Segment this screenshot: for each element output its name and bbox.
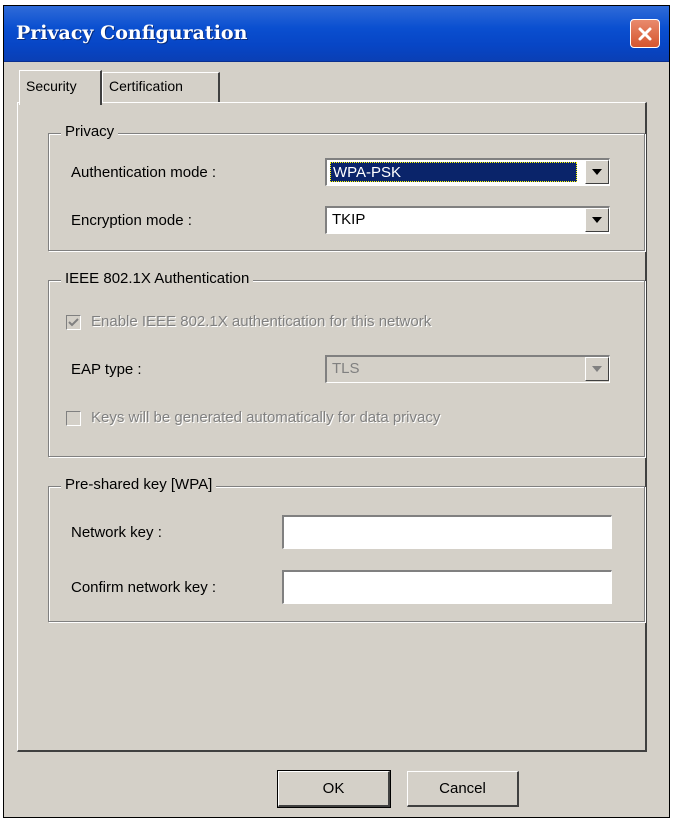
- ieee-legend: IEEE 802.1X Authentication: [61, 270, 254, 287]
- enable-8021x-checkbox[interactable]: [66, 315, 81, 330]
- cancel-button[interactable]: Cancel: [407, 771, 519, 807]
- ok-button[interactable]: OK: [277, 770, 391, 808]
- privacy-group: Privacy Authentication mode : WPA-PSK En…: [48, 123, 645, 251]
- network-key-label: Network key :: [71, 524, 162, 541]
- auth-mode-select[interactable]: WPA-PSK: [325, 158, 610, 186]
- chevron-down-icon: [592, 366, 602, 372]
- checkmark-icon: [68, 318, 79, 327]
- confirm-network-key-label: Confirm network key :: [71, 579, 217, 596]
- privacy-config-dialog: Privacy Configuration Security Certifica…: [3, 5, 670, 818]
- close-icon: [638, 27, 652, 40]
- eap-type-dropdown-button[interactable]: [585, 357, 609, 381]
- chevron-down-icon: [592, 217, 602, 223]
- tab-certification-label: Certification: [109, 78, 183, 94]
- confirm-network-key-input[interactable]: [282, 570, 612, 604]
- title-bar[interactable]: Privacy Configuration: [4, 6, 669, 62]
- chevron-down-icon: [592, 169, 602, 175]
- auth-mode-dropdown-button[interactable]: [585, 160, 609, 184]
- tab-security[interactable]: Security: [19, 70, 102, 105]
- encryption-mode-select[interactable]: TKIP: [325, 206, 610, 234]
- eap-type-select[interactable]: TLS: [325, 355, 610, 383]
- pre-shared-key-group: Pre-shared key [WPA] Network key : Confi…: [48, 476, 645, 622]
- psk-legend: Pre-shared key [WPA]: [61, 476, 217, 493]
- auth-mode-value: WPA-PSK: [330, 162, 577, 182]
- encryption-mode-dropdown-button[interactable]: [585, 208, 609, 232]
- tab-certification[interactable]: Certification: [102, 72, 220, 102]
- tab-security-label: Security: [26, 78, 77, 94]
- auth-mode-label: Authentication mode :: [71, 164, 217, 181]
- ieee-8021x-group: IEEE 802.1X Authentication Enable IEEE 8…: [48, 270, 645, 457]
- auto-keys-checkbox[interactable]: [66, 411, 81, 426]
- auto-keys-label: Keys will be generated automatically for…: [91, 409, 441, 426]
- security-tab-panel: Privacy Authentication mode : WPA-PSK En…: [17, 102, 647, 752]
- eap-type-label: EAP type :: [71, 361, 142, 378]
- network-key-input[interactable]: [282, 515, 612, 549]
- enable-8021x-label: Enable IEEE 802.1X authentication for th…: [91, 313, 432, 330]
- encryption-mode-label: Encryption mode :: [71, 212, 192, 229]
- encryption-mode-value: TKIP: [332, 211, 366, 228]
- eap-type-value: TLS: [332, 360, 360, 377]
- close-button[interactable]: [630, 19, 660, 48]
- window-title: Privacy Configuration: [16, 22, 248, 44]
- privacy-legend: Privacy: [61, 123, 119, 140]
